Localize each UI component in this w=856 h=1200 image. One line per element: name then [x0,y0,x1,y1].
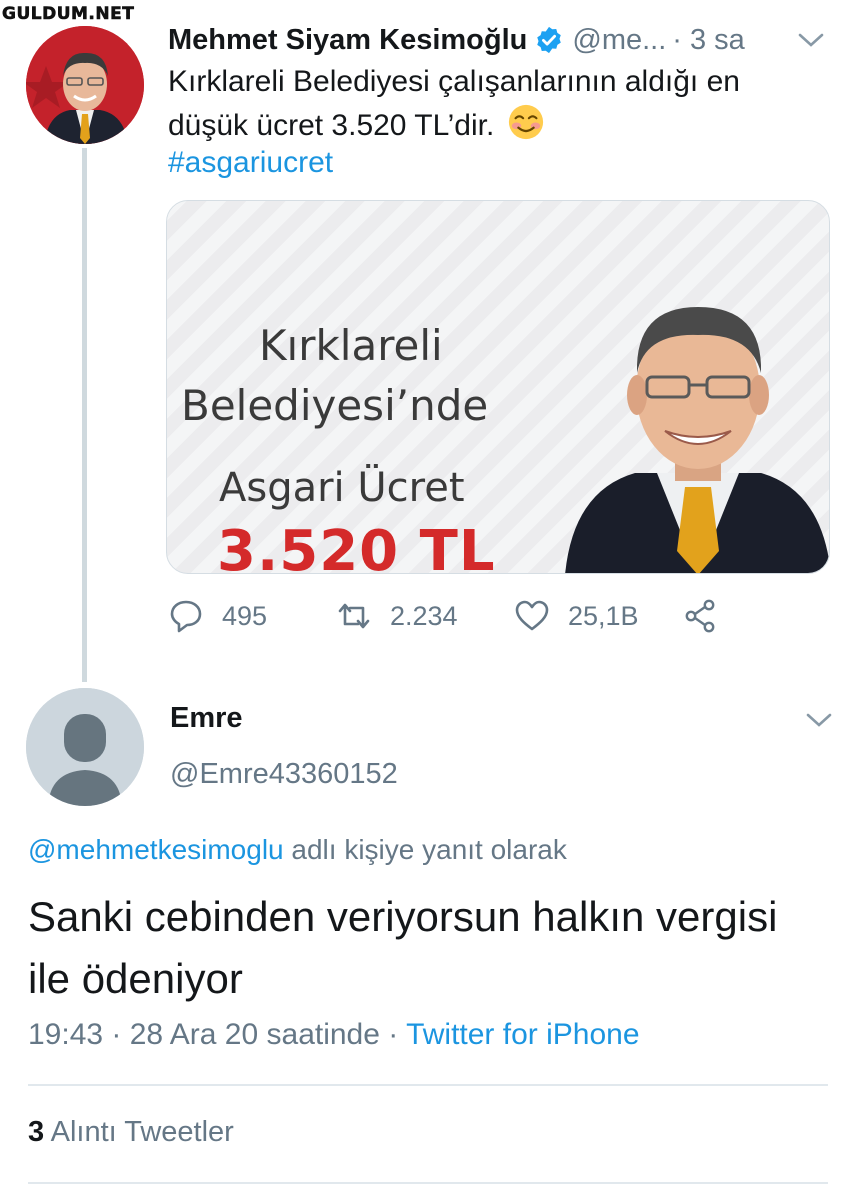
reply-chevron-down-icon[interactable] [806,712,832,728]
quote-tweets-label: Alıntı Tweetler [50,1116,234,1148]
media-portrait [565,307,829,573]
like-count: 25,1B [568,600,639,631]
like-button[interactable]: 25,1B [514,598,639,634]
quote-tweets-count: 3 [28,1116,45,1148]
author-avatar-image [26,26,144,144]
reply-author-handle[interactable]: @Emre43360152 [170,758,398,791]
tweet-time: · 3 sa [672,23,745,56]
hashtag-link[interactable]: #asgariucret [168,146,333,180]
media-price: 3.520 TL [217,519,496,574]
tweet-text: Kırklareli Belediyesi çalışanlarının ald… [168,60,808,147]
divider-bottom [28,1182,828,1184]
tweet-media-image[interactable]: Kırklareli Belediyesi’nde Asgari Ücret 3… [166,200,830,574]
retweet-button[interactable]: 2.234 [336,598,458,634]
tweet-header: Mehmet Siyam Kesimoğlu @me... · 3 sa [168,20,838,60]
reply-count: 495 [222,600,268,631]
retweet-count: 2.234 [390,600,458,631]
media-text-line1: Kırklareli [259,321,443,370]
reply-source-link[interactable]: Twitter for iPhone [406,1018,639,1051]
retweet-icon [338,603,370,629]
replying-suffix: adlı kişiye yanıt olarak [291,834,567,865]
reply-icon [170,600,202,633]
reply-timestamp: 19:43 · 28 Ara 20 saatinde · [28,1018,399,1051]
watermark: GULDUM.NET [2,4,135,25]
reply-author-name[interactable]: Emre [170,702,243,735]
default-avatar-icon [26,688,144,806]
share-button[interactable] [682,598,718,634]
thread-line [82,148,87,682]
verified-badge-icon [537,26,562,54]
reply-text: Sanki cebinden veriyorsun halkın vergisi… [28,893,778,1002]
author-name[interactable]: Mehmet Siyam Kesimoğlu [168,24,527,57]
quote-tweets-link[interactable]: 3 Alıntı Tweetler [28,1116,234,1149]
replying-to: @mehmetkesimoglu adlı kişiye yanıt olara… [28,834,567,866]
share-icon [685,599,715,633]
heart-icon [515,600,549,631]
chevron-down-icon[interactable] [798,32,824,48]
reply-avatar[interactable] [26,688,144,806]
tweet-actions: 495 2.234 25,1B [168,598,828,642]
replying-mention-link[interactable]: @mehmetkesimoglu [28,834,284,865]
tweet-text-body: Kırklareli Belediyesi çalışanlarının ald… [168,65,740,142]
smiling-face-with-blush-emoji [508,104,543,140]
media-text-line3: Asgari Ücret [219,465,465,511]
reply-button[interactable]: 495 [168,598,267,634]
media-text-line2: Belediyesi’nde [181,381,489,430]
author-avatar[interactable] [26,26,144,144]
author-handle[interactable]: @me... [572,24,666,57]
reply-meta: 19:43 · 28 Ara 20 saatinde · Twitter for… [28,1018,640,1052]
divider [28,1084,828,1086]
